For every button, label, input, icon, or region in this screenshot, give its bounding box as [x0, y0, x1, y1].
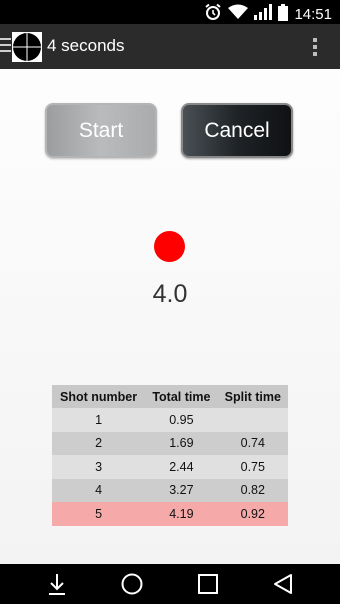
navigation-bar: [0, 564, 340, 604]
table-row: 4 3.27 0.82: [52, 478, 288, 502]
app-title: 4 seconds: [47, 36, 125, 55]
app-logo-icon: [12, 32, 42, 62]
total-time-cell: 3.27: [145, 478, 218, 502]
shot-table: Shot number Total time Split time 1 0.95…: [52, 385, 288, 526]
battery-icon: [278, 3, 289, 26]
shot-number-cell: 3: [52, 455, 146, 479]
split-time-cell: 0.82: [217, 478, 288, 502]
status-time: 14:51: [294, 6, 332, 23]
download-icon[interactable]: [45, 573, 69, 595]
table-row-latest: 5 4.19 0.92: [52, 502, 288, 526]
home-icon[interactable]: [120, 573, 144, 595]
wifi-icon: [228, 4, 249, 25]
header-shot-number: Shot number: [52, 385, 146, 408]
table-row: 2 1.69 0.74: [52, 431, 288, 455]
shot-number-cell: 1: [52, 408, 146, 432]
header-split-time: Split time: [217, 385, 288, 408]
action-bar: 4 seconds: [0, 24, 340, 69]
recents-icon[interactable]: [196, 573, 220, 595]
overflow-menu-icon[interactable]: [313, 38, 318, 56]
status-icons: 14:51: [204, 3, 332, 26]
status-bar: 14:51: [0, 0, 340, 24]
shot-number-cell: 4: [52, 478, 146, 502]
signal-icon: [254, 4, 273, 25]
alarm-icon: [204, 3, 222, 26]
total-time-cell: 0.95: [145, 408, 218, 432]
start-button[interactable]: Start: [45, 103, 157, 158]
split-time-cell: 0.92: [217, 502, 288, 526]
table-row: 1 0.95: [52, 408, 288, 432]
drawer-toggle-icon[interactable]: [0, 38, 11, 54]
split-time-cell: 0.74: [217, 431, 288, 455]
timer-display: 4.0: [152, 280, 188, 308]
shot-number-cell: 2: [52, 431, 146, 455]
split-time-cell: 0.75: [217, 455, 288, 479]
status-indicator-dot: [154, 231, 185, 262]
back-icon[interactable]: [271, 573, 295, 595]
total-time-cell: 1.69: [145, 431, 218, 455]
header-total-time: Total time: [145, 385, 218, 408]
table-header-row: Shot number Total time Split time: [52, 385, 288, 408]
cancel-button[interactable]: Cancel: [181, 103, 293, 158]
total-time-cell: 2.44: [145, 455, 218, 479]
total-time-cell: 4.19: [145, 502, 218, 526]
table-row: 3 2.44 0.75: [52, 455, 288, 479]
shot-number-cell: 5: [52, 502, 146, 526]
split-time-cell: [217, 408, 288, 432]
